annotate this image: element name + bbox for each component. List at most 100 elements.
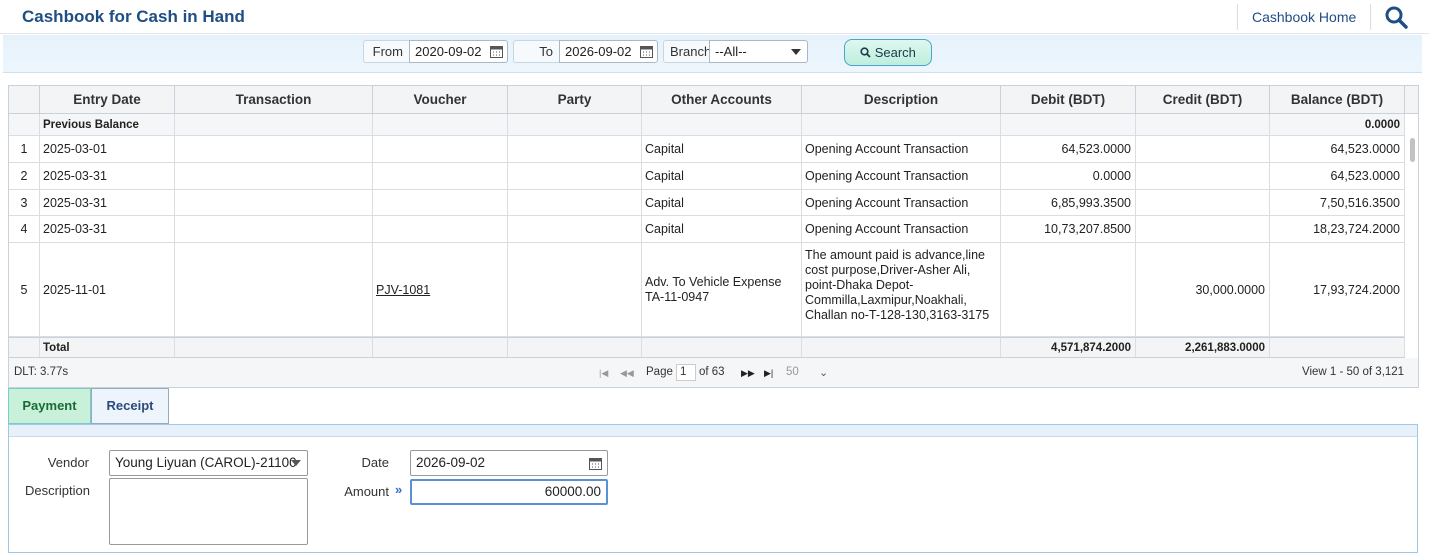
cell-voucher: PJV-1081 bbox=[373, 243, 508, 336]
date-label: Date bbox=[361, 455, 389, 470]
dlt-info: DLT: 3.77s bbox=[14, 366, 69, 378]
column-description[interactable]: Description bbox=[802, 86, 1001, 114]
total-label: Total bbox=[40, 338, 175, 357]
cell-description: Opening Account Transaction bbox=[802, 216, 1001, 242]
chevron-down-icon bbox=[291, 460, 301, 466]
cell-voucher bbox=[373, 190, 508, 215]
cell-balance: 64,523.0000 bbox=[1270, 163, 1405, 189]
vendor-select[interactable]: Young Liyuan (CAROL)-21100 bbox=[109, 450, 308, 476]
grid-header: Entry Date Transaction Voucher Party Oth… bbox=[9, 86, 1418, 114]
column-credit[interactable]: Credit (BDT) bbox=[1136, 86, 1270, 114]
form-header-strip bbox=[9, 425, 1417, 437]
table-row[interactable]: 3 2025-03-31 Capital Opening Account Tra… bbox=[9, 190, 1405, 216]
search-icon[interactable] bbox=[1384, 5, 1410, 29]
cell-debit: 64,523.0000 bbox=[1001, 136, 1136, 162]
cell-voucher bbox=[373, 163, 508, 189]
column-party[interactable]: Party bbox=[508, 86, 642, 114]
cell-party bbox=[508, 190, 642, 215]
cell-description: The amount paid is advance,line cost pur… bbox=[802, 243, 1001, 336]
from-label: From bbox=[363, 40, 409, 63]
cell-party bbox=[508, 163, 642, 189]
pager: DLT: 3.77s |◀ ◀◀ Page 1 of 63 ▶▶ ▶| 50 ⌄… bbox=[9, 358, 1418, 387]
column-entry-date[interactable]: Entry Date bbox=[40, 86, 175, 114]
cell-other-accounts: Capital bbox=[642, 163, 802, 189]
calendar-icon[interactable] bbox=[490, 45, 503, 58]
previous-balance-value: 0.0000 bbox=[1270, 114, 1405, 135]
first-page-icon[interactable]: |◀ bbox=[599, 368, 608, 379]
total-debit: 4,571,874.2000 bbox=[1001, 338, 1136, 357]
previous-balance-row: Previous Balance 0.0000 bbox=[9, 114, 1405, 136]
cell-other-accounts: Adv. To Vehicle Expense TA-11-0947 bbox=[642, 243, 802, 336]
column-transaction[interactable]: Transaction bbox=[175, 86, 373, 114]
view-info: View 1 - 50 of 3,121 bbox=[1302, 366, 1405, 378]
amount-label: Amount bbox=[344, 484, 389, 499]
cell-credit bbox=[1136, 136, 1270, 162]
header: Cashbook for Cash in Hand Cashbook Home bbox=[0, 0, 1429, 34]
search-button-label: Search bbox=[874, 45, 916, 60]
cell-description: Opening Account Transaction bbox=[802, 190, 1001, 215]
cell-entry-date: 2025-11-01 bbox=[40, 243, 175, 336]
voucher-link[interactable]: PJV-1081 bbox=[376, 283, 430, 297]
tab-payment[interactable]: Payment bbox=[8, 388, 91, 424]
cell-credit bbox=[1136, 163, 1270, 189]
cell-voucher bbox=[373, 216, 508, 242]
search-button[interactable]: Search bbox=[844, 39, 932, 66]
cell-transaction bbox=[175, 243, 373, 336]
calendar-icon[interactable] bbox=[589, 457, 602, 470]
cell-credit bbox=[1136, 216, 1270, 242]
last-page-icon[interactable]: ▶| bbox=[764, 368, 773, 379]
scrollbar-thumb[interactable] bbox=[1410, 138, 1415, 162]
calendar-icon[interactable] bbox=[640, 45, 653, 58]
table-row[interactable]: 1 2025-03-01 Capital Opening Account Tra… bbox=[9, 136, 1405, 163]
cell-entry-date: 2025-03-31 bbox=[40, 163, 175, 189]
table-row[interactable]: 2 2025-03-31 Capital Opening Account Tra… bbox=[9, 163, 1405, 190]
cell-other-accounts: Capital bbox=[642, 190, 802, 215]
cell-party bbox=[508, 136, 642, 162]
cell-credit: 30,000.0000 bbox=[1136, 243, 1270, 336]
next-page-icon[interactable]: ▶▶ bbox=[741, 368, 755, 379]
description-textarea[interactable] bbox=[109, 478, 308, 545]
cell-voucher bbox=[373, 136, 508, 162]
search-icon bbox=[860, 47, 871, 58]
cashbook-home-link[interactable]: Cashbook Home bbox=[1237, 4, 1372, 30]
date-input[interactable]: 2026-09-02 bbox=[410, 450, 608, 476]
tab-receipt[interactable]: Receipt bbox=[91, 388, 169, 424]
column-voucher[interactable]: Voucher bbox=[373, 86, 508, 114]
cell-other-accounts: Capital bbox=[642, 136, 802, 162]
table-row[interactable]: 5 2025-11-01 PJV-1081 Adv. To Vehicle Ex… bbox=[9, 243, 1405, 337]
cell-description: Opening Account Transaction bbox=[802, 136, 1001, 162]
from-date-input[interactable]: 2020-09-02 bbox=[409, 40, 508, 63]
cell-entry-date: 2025-03-01 bbox=[40, 136, 175, 162]
cell-party bbox=[508, 243, 642, 336]
page-label: Page bbox=[646, 366, 673, 378]
cell-credit bbox=[1136, 190, 1270, 215]
payment-form: Vendor Young Liyuan (CAROL)-21100 Descri… bbox=[8, 424, 1418, 553]
prev-page-icon[interactable]: ◀◀ bbox=[620, 368, 634, 379]
to-date-input[interactable]: 2026-09-02 bbox=[559, 40, 658, 63]
column-other-accounts[interactable]: Other Accounts bbox=[642, 86, 802, 114]
previous-balance-label: Previous Balance bbox=[40, 114, 175, 135]
table-row[interactable]: 4 2025-03-31 Capital Opening Account Tra… bbox=[9, 216, 1405, 243]
column-balance[interactable]: Balance (BDT) bbox=[1270, 86, 1405, 114]
page-size-select[interactable]: 50 bbox=[786, 366, 799, 378]
cell-description: Opening Account Transaction bbox=[802, 163, 1001, 189]
grid-body: Previous Balance 0.0000 1 2025-03-01 Cap… bbox=[9, 114, 1418, 358]
page-input[interactable]: 1 bbox=[676, 364, 696, 381]
amount-input[interactable]: 60000.00 bbox=[410, 479, 608, 505]
cell-debit: 0.0000 bbox=[1001, 163, 1136, 189]
cell-transaction bbox=[175, 163, 373, 189]
chevron-down-icon[interactable]: ⌄ bbox=[819, 366, 828, 379]
chevron-down-icon bbox=[791, 49, 801, 55]
cell-transaction bbox=[175, 190, 373, 215]
grid-scrollbar[interactable] bbox=[1406, 114, 1418, 358]
branch-select[interactable]: --All-- bbox=[709, 40, 808, 63]
vendor-label: Vendor bbox=[47, 455, 89, 470]
cell-debit bbox=[1001, 243, 1136, 336]
page-title: Cashbook for Cash in Hand bbox=[22, 7, 245, 26]
cashbook-grid: Entry Date Transaction Voucher Party Oth… bbox=[8, 85, 1419, 388]
description-label: Description bbox=[24, 483, 90, 498]
cell-debit: 6,85,993.3500 bbox=[1001, 190, 1136, 215]
to-date-value: 2026-09-02 bbox=[565, 44, 632, 59]
column-debit[interactable]: Debit (BDT) bbox=[1001, 86, 1136, 114]
cell-balance: 64,523.0000 bbox=[1270, 136, 1405, 162]
